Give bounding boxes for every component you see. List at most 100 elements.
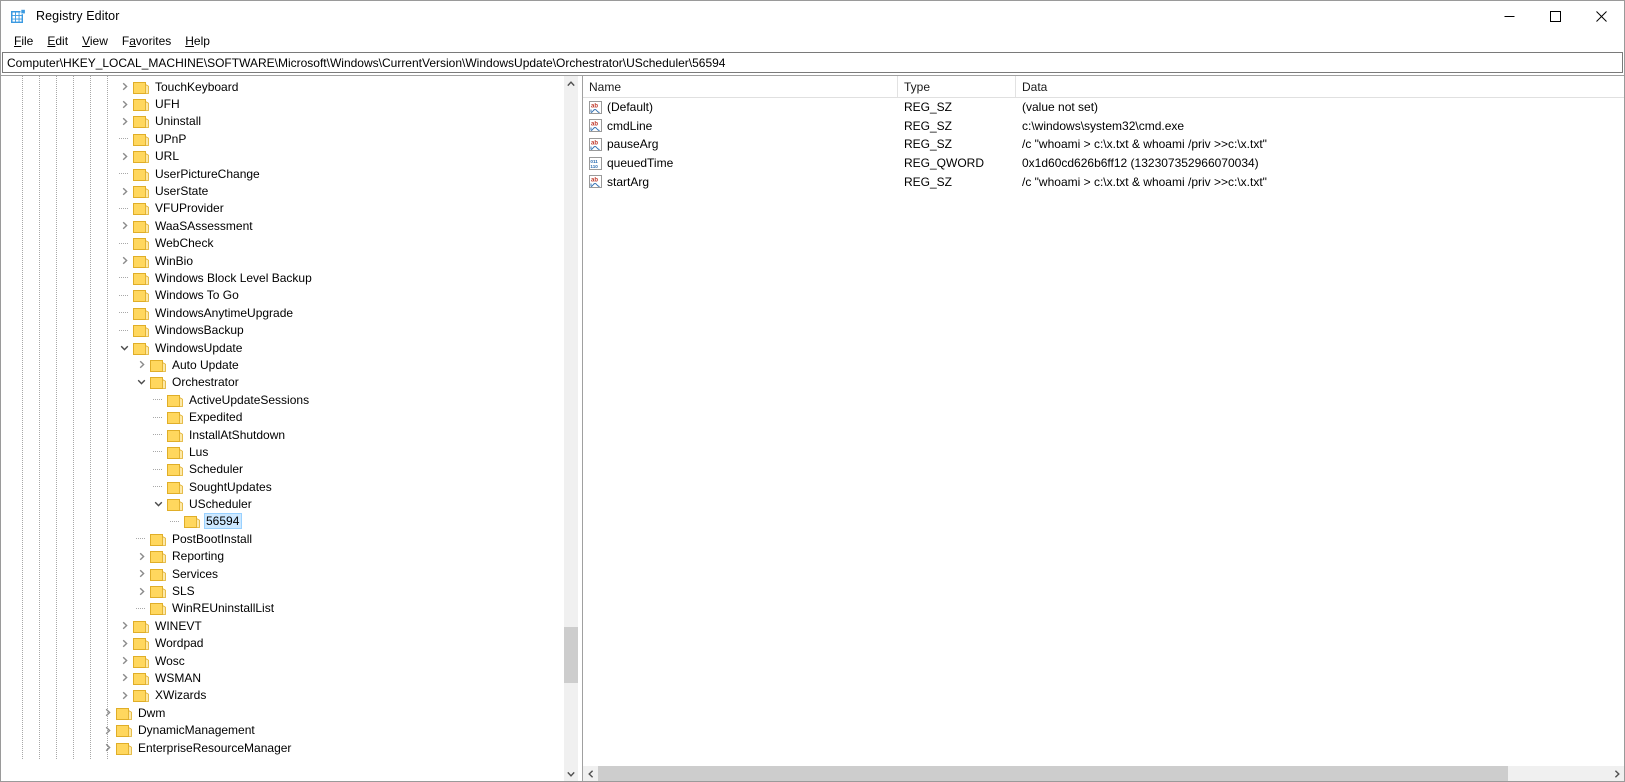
tree-node-label: UScheduler	[189, 497, 252, 512]
values-scroll-track[interactable]	[598, 766, 1609, 781]
tree-node-wordpad[interactable]: Wordpad	[1, 635, 563, 652]
chevron-right-icon[interactable]	[116, 148, 133, 165]
folder-icon	[133, 236, 149, 251]
chevron-right-icon[interactable]	[133, 356, 150, 373]
tree-node-label: Reporting	[172, 549, 225, 564]
tree-node-windowsbackup[interactable]: WindowsBackup	[1, 321, 563, 338]
chevron-right-icon[interactable]	[116, 217, 133, 234]
chevron-right-icon[interactable]	[116, 252, 133, 269]
tree-node-orchestrator[interactable]: Orchestrator	[1, 374, 563, 391]
value-row[interactable]: ab (Default) REG_SZ (value not set)	[583, 98, 1624, 117]
menu-edit[interactable]: Edit	[40, 32, 75, 51]
tree-node-winbio[interactable]: WinBio	[1, 252, 563, 269]
tree-connector-line	[150, 478, 167, 495]
chevron-right-icon[interactable]	[99, 739, 116, 756]
tree-node-userpicturechange[interactable]: UserPictureChange	[1, 165, 563, 182]
tree-connector-line	[116, 235, 133, 252]
tree-node-postbootinstall[interactable]: PostBootInstall	[1, 530, 563, 547]
column-header-name[interactable]: Name	[583, 76, 898, 97]
chevron-right-icon[interactable]	[116, 652, 133, 669]
chevron-right-icon[interactable]	[116, 687, 133, 704]
tree-node-lus[interactable]: Lus	[1, 443, 563, 460]
svg-text:ab: ab	[591, 122, 598, 128]
value-data-cell: c:\windows\system32\cmd.exe	[1022, 118, 1185, 133]
tree-node-wosc[interactable]: Wosc	[1, 652, 563, 669]
tree-vertical-scrollbar[interactable]	[563, 76, 578, 781]
value-row[interactable]: ab startArg REG_SZ/c "whoami > c:\x.txt & …	[583, 172, 1624, 191]
tree-node-sls[interactable]: SLS	[1, 582, 563, 599]
tree-node-winreuninstalllist[interactable]: WinREUninstallList	[1, 600, 563, 617]
tree-node-url[interactable]: URL	[1, 148, 563, 165]
tree-node-installatshutdown[interactable]: InstallAtShutdown	[1, 426, 563, 443]
folder-icon	[133, 114, 149, 129]
chevron-down-icon[interactable]	[564, 766, 578, 781]
column-header-data[interactable]: Data	[1016, 76, 1624, 97]
menu-view[interactable]: View	[75, 32, 115, 51]
tree-node-winevt[interactable]: WINEVT	[1, 617, 563, 634]
menu-file[interactable]: File	[7, 32, 40, 51]
chevron-up-icon[interactable]	[564, 76, 578, 91]
tree-node-dwm[interactable]: Dwm	[1, 704, 563, 721]
chevron-right-icon[interactable]	[116, 617, 133, 634]
registry-tree-pane: TouchKeyboard UFH Uninstall UPnP URL UserPict…	[1, 76, 578, 781]
chevron-right-icon[interactable]	[116, 96, 133, 113]
tree-node-label: UserPictureChange	[155, 166, 260, 181]
chevron-right-icon[interactable]	[116, 183, 133, 200]
tree-node-auto-update[interactable]: Auto Update	[1, 356, 563, 373]
tree-node-waasassessment[interactable]: WaaSAssessment	[1, 217, 563, 234]
chevron-right-icon[interactable]	[116, 669, 133, 686]
tree-node-56594[interactable]: 56594	[1, 513, 563, 530]
column-header-type[interactable]: Type	[898, 76, 1016, 97]
chevron-left-icon[interactable]	[583, 766, 598, 781]
folder-icon	[150, 549, 166, 564]
menu-help[interactable]: Help	[178, 32, 217, 51]
chevron-right-icon[interactable]	[133, 583, 150, 600]
chevron-right-icon[interactable]	[1609, 766, 1624, 781]
minimize-button[interactable]	[1486, 1, 1532, 31]
tree-node-dynamicmanagement[interactable]: DynamicManagement	[1, 721, 563, 738]
maximize-button[interactable]	[1532, 1, 1578, 31]
values-horizontal-scrollbar[interactable]	[583, 765, 1624, 781]
tree-node-uscheduler[interactable]: UScheduler	[1, 495, 563, 512]
chevron-right-icon[interactable]	[99, 722, 116, 739]
tree-node-windowsupdate[interactable]: WindowsUpdate	[1, 339, 563, 356]
folder-icon	[133, 219, 149, 233]
tree-node-ufh[interactable]: UFH	[1, 95, 563, 112]
chevron-right-icon[interactable]	[133, 565, 150, 582]
tree-node-scheduler[interactable]: Scheduler	[1, 461, 563, 478]
value-row[interactable]: ab pauseArg REG_SZ/c "whoami > c:\x.txt & …	[583, 135, 1624, 154]
tree-node-wsman[interactable]: WSMAN	[1, 669, 563, 686]
chevron-down-icon[interactable]	[133, 374, 150, 391]
tree-node-reporting[interactable]: Reporting	[1, 548, 563, 565]
value-row[interactable]: ab cmdLine REG_SZ c:\windows\system32\cmd.e…	[583, 117, 1624, 136]
chevron-down-icon[interactable]	[150, 496, 167, 513]
tree-node-expedited[interactable]: Expedited	[1, 408, 563, 425]
chevron-right-icon[interactable]	[133, 548, 150, 565]
chevron-right-icon[interactable]	[116, 78, 133, 95]
tree-node-soughtupdates[interactable]: SoughtUpdates	[1, 478, 563, 495]
tree-node-uninstall[interactable]: Uninstall	[1, 113, 563, 130]
chevron-down-icon[interactable]	[116, 339, 133, 356]
tree-node-touchkeyboard[interactable]: TouchKeyboard	[1, 78, 563, 95]
tree-scrollbar-thumb[interactable]	[564, 626, 578, 684]
tree-node-services[interactable]: Services	[1, 565, 563, 582]
tree-node-webcheck[interactable]: WebCheck	[1, 235, 563, 252]
tree-connector-line	[116, 304, 133, 321]
value-row[interactable]: 011 110 queuedTime REG_QWORD 0x1d60cd626b6ff…	[583, 154, 1624, 173]
tree-node-enterpriseresourcemanager[interactable]: EnterpriseResourceManager	[1, 739, 563, 756]
tree-node-userstate[interactable]: UserState	[1, 182, 563, 199]
chevron-right-icon[interactable]	[116, 635, 133, 652]
values-scrollbar-thumb[interactable]	[598, 766, 1508, 781]
chevron-right-icon[interactable]	[116, 113, 133, 130]
chevron-right-icon[interactable]	[99, 704, 116, 721]
tree-node-windowsanytimeupgrade[interactable]: WindowsAnytimeUpgrade	[1, 304, 563, 321]
address-bar[interactable]: Computer\HKEY_LOCAL_MACHINE\SOFTWARE\Mic…	[2, 52, 1623, 73]
tree-node-activeupdatesessions[interactable]: ActiveUpdateSessions	[1, 391, 563, 408]
tree-node-windows-to-go[interactable]: Windows To Go	[1, 287, 563, 304]
tree-node-xwizards[interactable]: XWizards	[1, 687, 563, 704]
tree-node-windows-block-level-backup[interactable]: Windows Block Level Backup	[1, 269, 563, 286]
tree-node-upnp[interactable]: UPnP	[1, 130, 563, 147]
menu-favorites[interactable]: Favorites	[115, 32, 178, 51]
tree-node-vfuprovider[interactable]: VFUProvider	[1, 200, 563, 217]
close-button[interactable]	[1578, 1, 1624, 31]
